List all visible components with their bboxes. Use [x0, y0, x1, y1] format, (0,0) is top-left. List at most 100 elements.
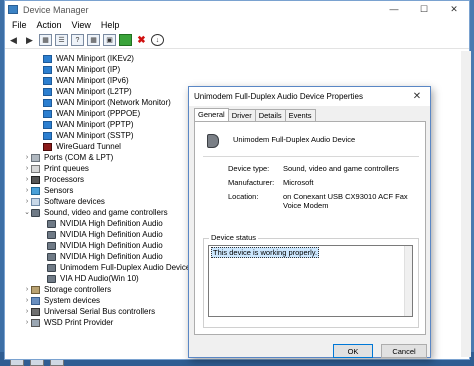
network-adapter-icon — [43, 88, 52, 96]
network-adapter-icon — [43, 110, 52, 118]
tree-item[interactable]: NVIDIA High Definition Audio — [47, 252, 163, 262]
manufacturer-label: Manufacturer: — [228, 178, 275, 187]
device-name: Unimodem Full-Duplex Audio Device — [233, 135, 356, 144]
tree-item[interactable]: WAN Miniport (IP) — [43, 65, 120, 75]
tree-item[interactable]: NVIDIA High Definition Audio — [47, 219, 163, 229]
tree-category-ports[interactable]: › Ports (COM & LPT) — [23, 153, 113, 163]
tree-item[interactable]: WAN Miniport (Network Monitor) — [43, 98, 171, 108]
wsd-print-icon — [31, 319, 40, 327]
minimize-button[interactable]: — — [379, 1, 409, 17]
general-panel: Unimodem Full-Duplex Audio Device Device… — [194, 121, 426, 335]
network-adapter-icon — [43, 77, 52, 85]
tree-item[interactable]: WireGuard Tunnel — [43, 142, 121, 152]
speaker-icon — [47, 264, 56, 272]
menu-action[interactable]: Action — [32, 20, 67, 30]
tab-events[interactable]: Events — [284, 109, 316, 121]
tree-category-usb[interactable]: › Universal Serial Bus controllers — [23, 307, 155, 317]
divider — [203, 156, 419, 157]
tree-item[interactable]: WAN Miniport (IPv6) — [43, 76, 129, 86]
expand-arrow-icon[interactable]: › — [23, 285, 31, 295]
title-bar: Device Manager — ☐ ✕ — [5, 1, 469, 18]
expand-arrow-icon[interactable]: › — [23, 175, 31, 185]
tree-item[interactable]: NVIDIA High Definition Audio — [47, 230, 163, 240]
dialog-title-bar: Unimodem Full-Duplex Audio Device Proper… — [189, 87, 430, 106]
tree-category-sound[interactable]: ⌄ Sound, video and game controllers — [23, 208, 168, 218]
menu-help[interactable]: Help — [96, 20, 125, 30]
device-status-text: This device is working properly. — [211, 247, 320, 258]
device-manager-icon — [8, 5, 18, 14]
tree-item[interactable]: WAN Miniport (IKEv2) — [43, 54, 134, 64]
expand-arrow-icon[interactable]: › — [23, 318, 31, 328]
add-driver-icon[interactable] — [119, 34, 132, 46]
tree-category-wsd[interactable]: › WSD Print Provider — [23, 318, 113, 328]
ok-button[interactable]: OK — [333, 344, 373, 358]
speaker-icon — [47, 275, 56, 283]
wireguard-icon — [43, 143, 52, 151]
dialog-title: Unimodem Full-Duplex Audio Device Proper… — [194, 92, 363, 101]
tree-category-print-queues[interactable]: › Print queues — [23, 164, 89, 174]
forward-arrow-icon[interactable]: ▶ — [23, 34, 36, 46]
tree-item[interactable]: VIA HD Audio(Win 10) — [47, 274, 139, 284]
system-device-icon — [31, 297, 40, 305]
tree-item[interactable]: WAN Miniport (L2TP) — [43, 87, 132, 97]
expand-arrow-icon[interactable]: › — [23, 164, 31, 174]
status-scrollbar[interactable] — [404, 246, 412, 316]
sound-controller-icon — [31, 209, 40, 217]
properties-dialog: Unimodem Full-Duplex Audio Device Proper… — [188, 86, 431, 358]
tree-scrollbar[interactable] — [461, 51, 471, 357]
properties-icon[interactable]: ▦ — [39, 34, 52, 46]
storage-controller-icon — [31, 286, 40, 294]
software-device-icon — [31, 198, 40, 206]
back-arrow-icon[interactable]: ◀ — [7, 34, 20, 46]
device-status-group: Device status This device is working pro… — [203, 233, 419, 328]
cancel-button[interactable]: Cancel — [381, 344, 427, 358]
tree-item[interactable]: Unimodem Full-Duplex Audio Device — [47, 263, 190, 273]
dialog-close-button[interactable]: ✕ — [404, 87, 430, 105]
remove-device-icon[interactable]: ✖ — [135, 34, 148, 46]
download-icon[interactable]: ↓ — [151, 34, 164, 46]
network-adapter-icon — [43, 132, 52, 140]
toolbar: ◀ ▶ ▦ ☰ ? ▦ ▣ ✖ ↓ — [5, 32, 469, 49]
close-button[interactable]: ✕ — [439, 1, 469, 17]
help-icon[interactable]: ? — [71, 34, 84, 46]
tree-category-system-devices[interactable]: › System devices — [23, 296, 100, 306]
menu-bar: File Action View Help — [5, 18, 469, 32]
expand-arrow-icon[interactable]: › — [23, 296, 31, 306]
collapse-arrow-icon[interactable]: ⌄ — [23, 208, 31, 218]
processor-icon — [31, 176, 40, 184]
device-status-textbox[interactable]: This device is working properly. — [208, 245, 413, 317]
speaker-icon — [47, 253, 56, 261]
network-adapter-icon — [43, 66, 52, 74]
grid-icon[interactable]: ▦ — [87, 34, 100, 46]
manufacturer-value: Microsoft — [283, 178, 314, 187]
network-adapter-icon — [43, 55, 52, 63]
location-label: Location: — [228, 192, 259, 201]
speaker-icon — [47, 220, 56, 228]
maximize-button[interactable]: ☐ — [409, 1, 439, 17]
speaker-icon — [47, 242, 56, 250]
menu-file[interactable]: File — [7, 20, 32, 30]
menu-view[interactable]: View — [67, 20, 96, 30]
network-adapter-icon — [43, 121, 52, 129]
tree-item[interactable]: NVIDIA High Definition Audio — [47, 241, 163, 251]
device-type-value: Sound, video and game controllers — [283, 164, 399, 173]
tree-item[interactable]: WAN Miniport (PPPOE) — [43, 109, 140, 119]
tree-category-processors[interactable]: › Processors — [23, 175, 84, 185]
expand-arrow-icon[interactable]: › — [23, 197, 31, 207]
tree-item[interactable]: WAN Miniport (SSTP) — [43, 131, 134, 141]
expand-arrow-icon[interactable]: › — [23, 186, 31, 196]
tree-category-sensors[interactable]: › Sensors — [23, 186, 73, 196]
tree-item[interactable]: WAN Miniport (PPTP) — [43, 120, 134, 130]
tab-details[interactable]: Details — [254, 109, 286, 121]
tree-category-storage[interactable]: › Storage controllers — [23, 285, 111, 295]
list-icon[interactable]: ☰ — [55, 34, 68, 46]
scan-monitor-icon[interactable]: ▣ — [103, 34, 116, 46]
expand-arrow-icon[interactable]: › — [23, 153, 31, 163]
tab-general[interactable]: General — [194, 108, 229, 121]
location-value: on Conexant USB CX93010 ACF Fax Voice Mo… — [283, 192, 408, 210]
network-adapter-icon — [43, 99, 52, 107]
tree-category-software-devices[interactable]: › Software devices — [23, 197, 105, 207]
tab-driver[interactable]: Driver — [227, 109, 256, 121]
speaker-icon — [207, 134, 219, 148]
expand-arrow-icon[interactable]: › — [23, 307, 31, 317]
